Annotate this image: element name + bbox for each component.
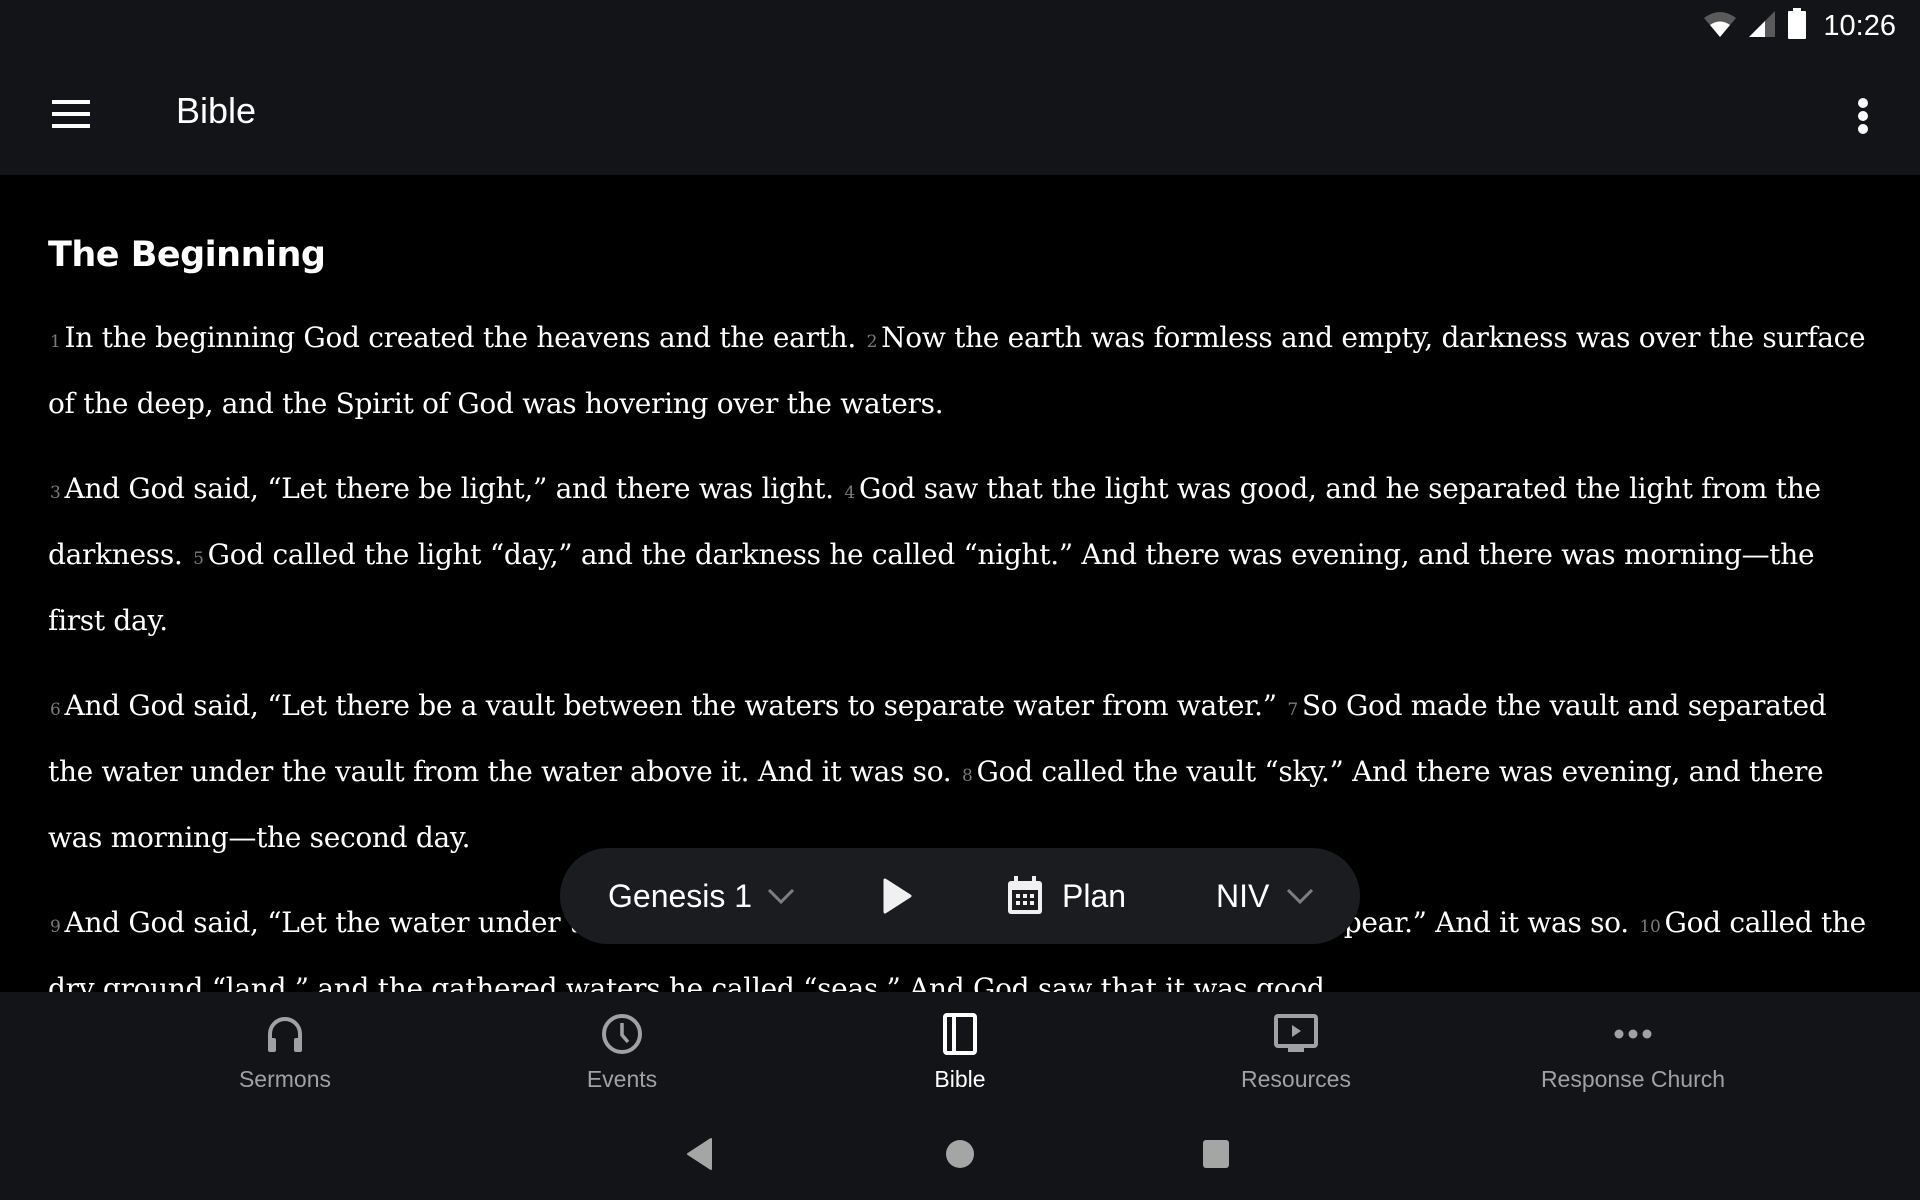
nav-label: Response Church	[1540, 1066, 1726, 1092]
plan-label: Plan	[1062, 877, 1127, 914]
bottom-navigation: Sermons Events Bible Resources Response …	[0, 992, 1920, 1110]
nav-item-sermons[interactable]: Sermons	[135, 992, 435, 1110]
section-title: The Beginning	[48, 235, 326, 275]
home-icon[interactable]	[940, 1134, 980, 1174]
nav-item-bible[interactable]: Bible	[810, 992, 1110, 1110]
verse-number: 5	[193, 549, 204, 569]
verse-number: 4	[844, 483, 855, 503]
verse-text: And God said, “Let there be a vault betw…	[64, 689, 1278, 722]
verse-number: 8	[962, 766, 973, 786]
wifi-icon	[1703, 10, 1737, 43]
chapter-label: Genesis 1	[608, 877, 753, 914]
play-icon	[882, 878, 912, 914]
system-navigation-bar	[0, 1110, 1920, 1200]
nav-label: Events	[586, 1066, 658, 1092]
back-icon[interactable]	[680, 1134, 720, 1174]
calendar-icon	[1006, 876, 1044, 916]
verse-text: God called the light “day,” and the dark…	[48, 538, 1815, 637]
verse[interactable]: 3 And God said, “Let there be light,” and…	[48, 472, 834, 505]
headphones-icon	[265, 1012, 305, 1056]
hamburger-menu-icon[interactable]	[44, 90, 100, 138]
cell-signal-icon	[1747, 10, 1777, 43]
verse-number: 2	[866, 332, 878, 352]
verse-number: 3	[50, 483, 61, 503]
version-label: NIV	[1216, 877, 1270, 914]
nav-item-resources[interactable]: Resources	[1146, 992, 1446, 1110]
tv-play-icon	[1274, 1012, 1318, 1056]
nav-item-events[interactable]: Events	[472, 992, 772, 1110]
verse-number: 7	[1287, 700, 1298, 720]
version-selector[interactable]: NIV	[1216, 848, 1315, 944]
verse[interactable]: 6 And God said, “Let there be a vault bet…	[48, 689, 1277, 722]
app-title: Bible	[176, 90, 257, 131]
reader-toolbar: Genesis 1 Plan NIV	[560, 848, 1360, 944]
more-vert-icon[interactable]	[1844, 88, 1884, 144]
battery-icon	[1787, 7, 1807, 45]
chevron-down-icon	[766, 887, 796, 905]
verse-number: 1	[50, 332, 61, 352]
nav-label: Sermons	[238, 1066, 332, 1092]
status-icons: 10:26	[1703, 6, 1896, 46]
paragraph: 6 And God said, “Let there be a vault bet…	[48, 675, 1878, 868]
status-time: 10:26	[1823, 9, 1896, 42]
nav-label: Resources	[1241, 1066, 1351, 1092]
chevron-down-icon	[1285, 887, 1315, 905]
status-bar: 10:26	[0, 0, 1920, 52]
chapter-selector[interactable]: Genesis 1	[608, 848, 796, 944]
paragraph: 1 In the beginning God created the heaven…	[48, 307, 1878, 434]
book-icon	[943, 1012, 977, 1056]
verse-text: In the beginning God created the heavens…	[64, 321, 857, 354]
verse-number: 9	[50, 917, 61, 937]
verse-text: And God said, “Let there be light,” and …	[64, 472, 835, 505]
paragraph: 3 And God said, “Let there be light,” and…	[48, 458, 1878, 651]
reading-plan-button[interactable]: Plan	[1006, 848, 1126, 944]
verse-number: 10	[1639, 917, 1661, 937]
verse[interactable]: 1 In the beginning God created the heaven…	[48, 321, 856, 354]
nav-label: Bible	[934, 1066, 986, 1092]
more-horiz-icon	[1613, 1012, 1653, 1056]
recents-icon[interactable]	[1196, 1134, 1236, 1174]
clock-icon	[601, 1012, 643, 1056]
play-audio-button[interactable]	[882, 848, 912, 944]
app-bar: Bible	[0, 52, 1920, 175]
verse-number: 6	[50, 700, 61, 720]
nav-item-response-church[interactable]: Response Church	[1483, 992, 1783, 1110]
verse[interactable]: 5 God called the light “day,” and the dar…	[48, 538, 1815, 637]
